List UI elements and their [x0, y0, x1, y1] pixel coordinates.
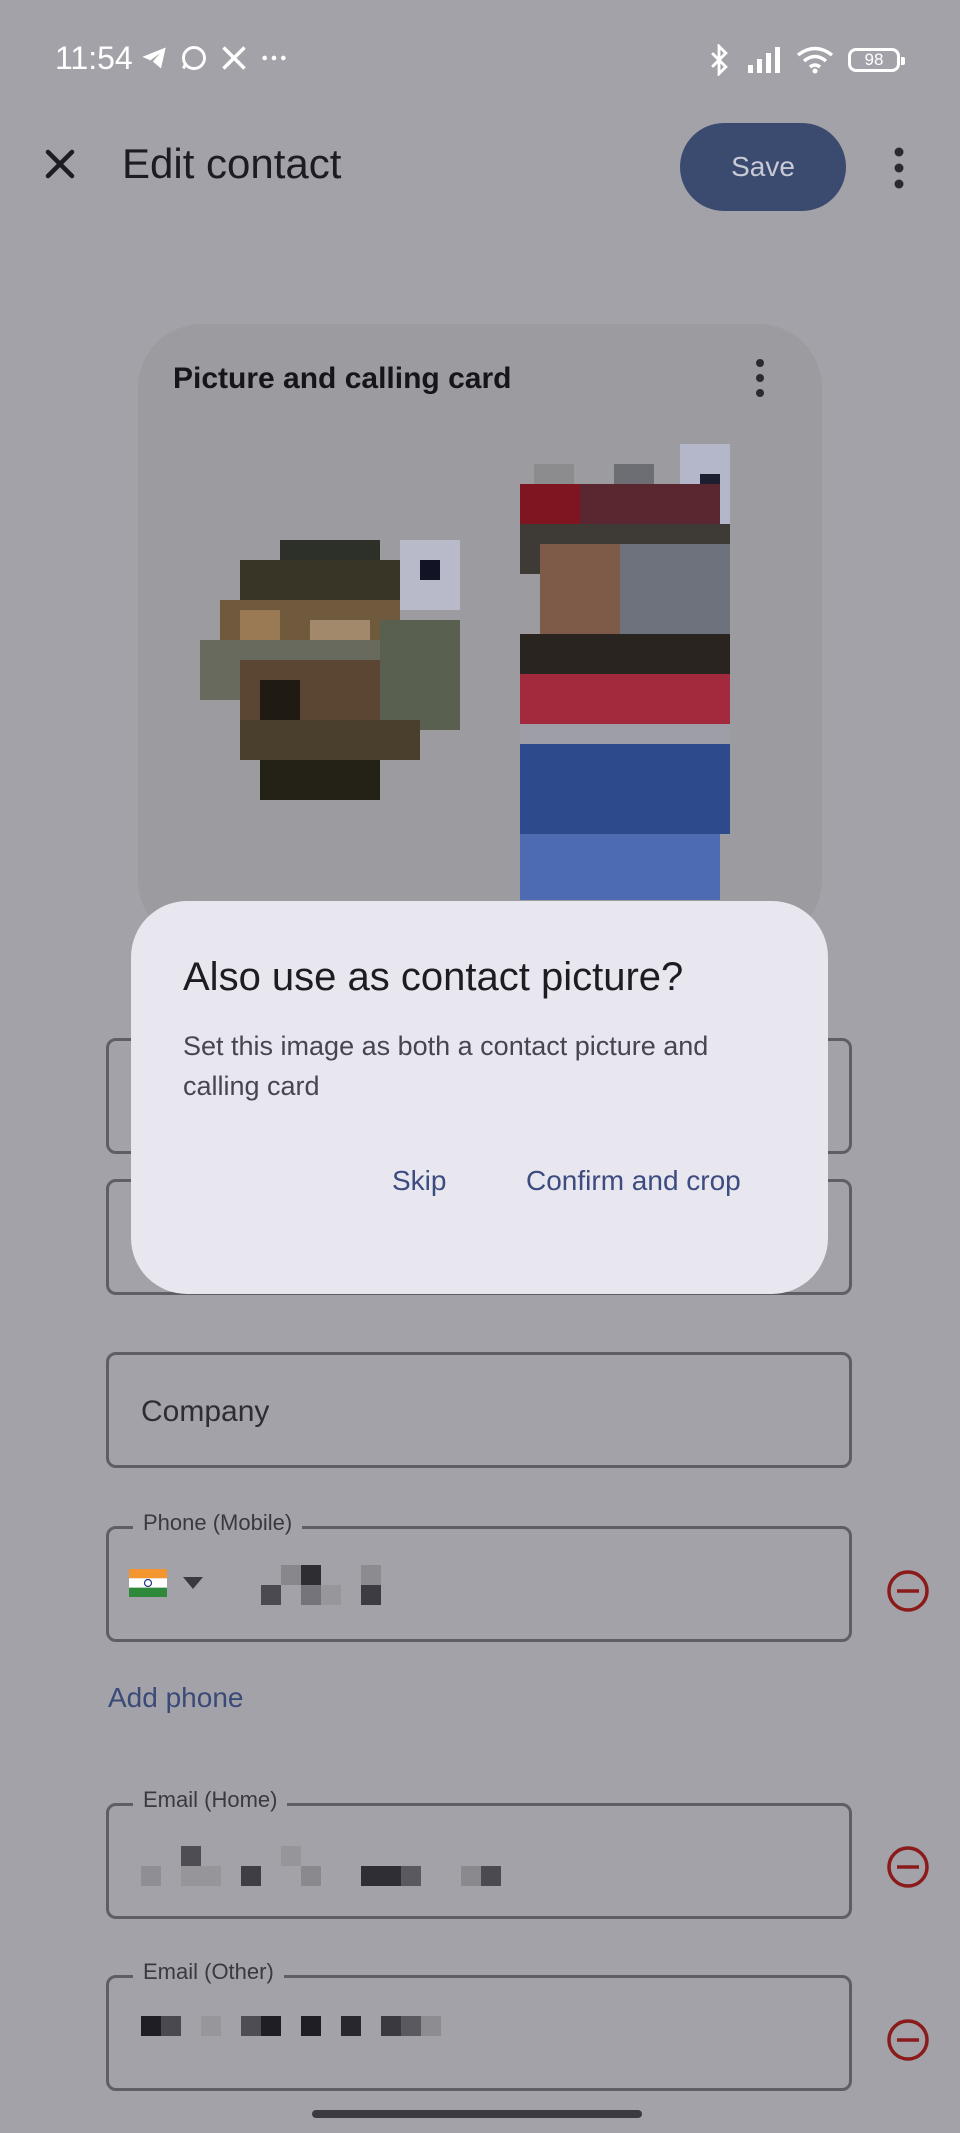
- country-code-selector[interactable]: [129, 1569, 203, 1597]
- contact-picture-pixelated[interactable]: [200, 540, 460, 810]
- more-vert-icon: [894, 147, 904, 189]
- company-placeholder: Company: [141, 1395, 270, 1428]
- signal-icon: [746, 47, 782, 73]
- more-options-button[interactable]: [884, 146, 914, 190]
- phone-field-label: Phone (Mobile): [133, 1510, 303, 1536]
- bluetooth-icon: [706, 44, 732, 76]
- remove-email-other-button[interactable]: [886, 2018, 930, 2062]
- close-button[interactable]: [36, 140, 84, 188]
- save-button[interactable]: Save: [680, 123, 846, 211]
- page-title: Edit contact: [122, 140, 342, 187]
- phone-field[interactable]: Phone (Mobile): [106, 1510, 852, 1642]
- remove-circle-icon: [887, 1570, 929, 1612]
- skip-button[interactable]: Skip: [392, 1165, 446, 1197]
- email-home-label: Email (Home): [133, 1787, 288, 1813]
- battery-icon: 98: [848, 48, 905, 72]
- india-flag-icon: [129, 1569, 167, 1597]
- whatsapp-icon: [180, 44, 208, 72]
- confirm-and-crop-button[interactable]: Confirm and crop: [526, 1165, 741, 1197]
- add-phone-link[interactable]: Add phone: [108, 1682, 243, 1714]
- dialog-title: Also use as contact picture?: [183, 955, 684, 999]
- phone-value-pixelated: [261, 1565, 381, 1605]
- email-home-value-pixelated: [141, 1846, 501, 1886]
- email-home-field[interactable]: Email (Home): [106, 1787, 852, 1919]
- home-indicator[interactable]: [312, 2110, 642, 2118]
- close-icon: [45, 149, 75, 179]
- wifi-icon: [796, 46, 834, 74]
- card-title: Picture and calling card: [173, 362, 512, 395]
- remove-circle-icon: [887, 2019, 929, 2061]
- battery-level: 98: [864, 50, 884, 69]
- x-icon: [220, 44, 248, 72]
- email-other-value-pixelated: [141, 2016, 441, 2036]
- calling-card-pixelated[interactable]: [514, 444, 738, 900]
- remove-circle-icon: [887, 1846, 929, 1888]
- company-field[interactable]: Company: [106, 1352, 852, 1468]
- email-other-label: Email (Other): [133, 1959, 284, 1985]
- dialog-body: Set this image as both a contact picture…: [183, 1031, 709, 1101]
- status-time: 11:54: [55, 40, 133, 76]
- more-dots-icon: [260, 44, 288, 72]
- telegram-icon: [140, 44, 168, 72]
- status-notification-icons: [140, 44, 288, 72]
- remove-phone-button[interactable]: [886, 1569, 930, 1613]
- email-other-field[interactable]: Email (Other): [106, 1959, 852, 2091]
- remove-email-home-button[interactable]: [886, 1845, 930, 1889]
- dropdown-arrow-icon: [183, 1577, 203, 1589]
- status-system-icons: 98: [706, 44, 905, 76]
- card-more-button[interactable]: [752, 358, 768, 398]
- more-vert-icon: [756, 359, 764, 397]
